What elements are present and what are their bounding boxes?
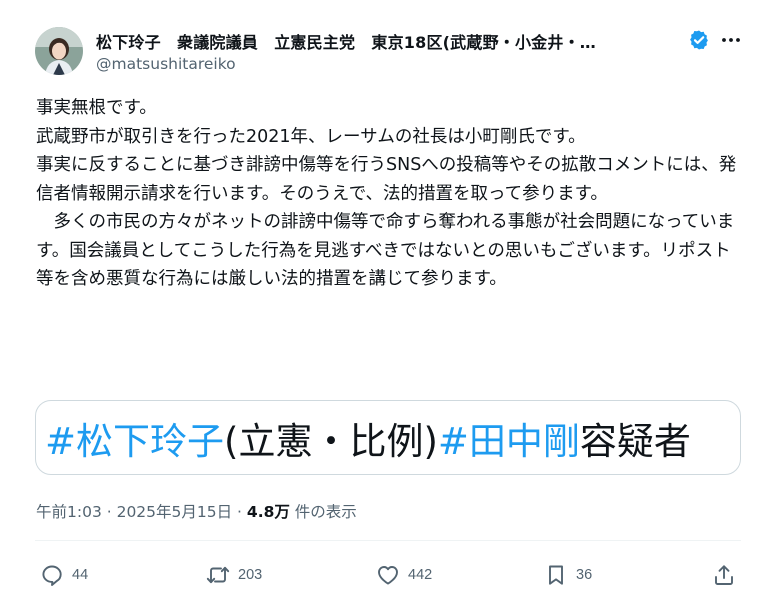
repost-button[interactable]: 203 xyxy=(206,562,262,588)
hashtag-link[interactable]: #松下玲子 xyxy=(45,411,224,465)
share-icon xyxy=(715,565,733,585)
timestamp[interactable]: 午前1:03 · 2025年5月15日 · xyxy=(36,503,247,521)
reply-count: 44 xyxy=(72,567,89,583)
card-text: (立憲・比例) xyxy=(224,419,438,463)
hashtag-card[interactable]: #松下玲子 (立憲・比例) #田中剛 容疑者 xyxy=(35,400,741,475)
tweet: 松下玲子 衆議院議員 立憲民主党 東京18区(武蔵野・小金井・… @matsus… xyxy=(0,0,770,598)
share-button[interactable] xyxy=(712,562,744,588)
repost-icon xyxy=(206,566,230,584)
hashtag-link[interactable]: #田中剛 xyxy=(438,411,580,465)
bookmark-count: 36 xyxy=(576,567,593,583)
view-count: 4.8万 xyxy=(246,503,290,521)
author-handle[interactable]: @matsushitareiko xyxy=(96,55,236,73)
tweet-metadata: 午前1:03 · 2025年5月15日 · 4.8万 件の表示 xyxy=(36,500,357,522)
reply-icon xyxy=(42,565,62,586)
tweet-paragraph: 事実に反することに基づき誹謗中傷等を行うSNSへの投稿等やその拡散コメントには、… xyxy=(36,155,737,204)
author-display-name[interactable]: 松下玲子 衆議院議員 立憲民主党 東京18区(武蔵野・小金井・… xyxy=(96,29,596,53)
more-options-icon[interactable] xyxy=(718,28,744,52)
card-text: 容疑者 xyxy=(579,419,691,463)
tweet-paragraph: 事実無根です。 xyxy=(36,98,157,118)
avatar[interactable] xyxy=(35,27,83,75)
heart-icon xyxy=(378,566,398,585)
like-button[interactable]: 442 xyxy=(376,562,432,588)
like-count: 442 xyxy=(408,567,433,583)
divider xyxy=(35,540,741,541)
avatar-image xyxy=(35,27,83,75)
bookmark-icon xyxy=(549,565,563,585)
verified-badge-icon[interactable] xyxy=(688,29,710,51)
author-name-row: 松下玲子 衆議院議員 立憲民主党 東京18区(武蔵野・小金井・… xyxy=(96,29,686,53)
tweet-paragraph: 武蔵野市が取引きを行った2021年、レーサムの社長は小町剛氏です。 xyxy=(36,126,586,147)
bookmark-button[interactable]: 36 xyxy=(544,562,592,588)
tweet-paragraph: 多くの市民の方々がネットの誹謗中傷等で命すら奪われる事態が社会問題になっています… xyxy=(36,212,735,289)
tweet-text: 事実無根です。 武蔵野市が取引きを行った2021年、レーサムの社長は小町剛氏です… xyxy=(36,94,746,294)
action-bar: 44 203 442 36 xyxy=(0,562,770,592)
reply-button[interactable]: 44 xyxy=(40,562,88,588)
view-count-label: 件の表示 xyxy=(289,503,357,521)
repost-count: 203 xyxy=(238,567,263,583)
